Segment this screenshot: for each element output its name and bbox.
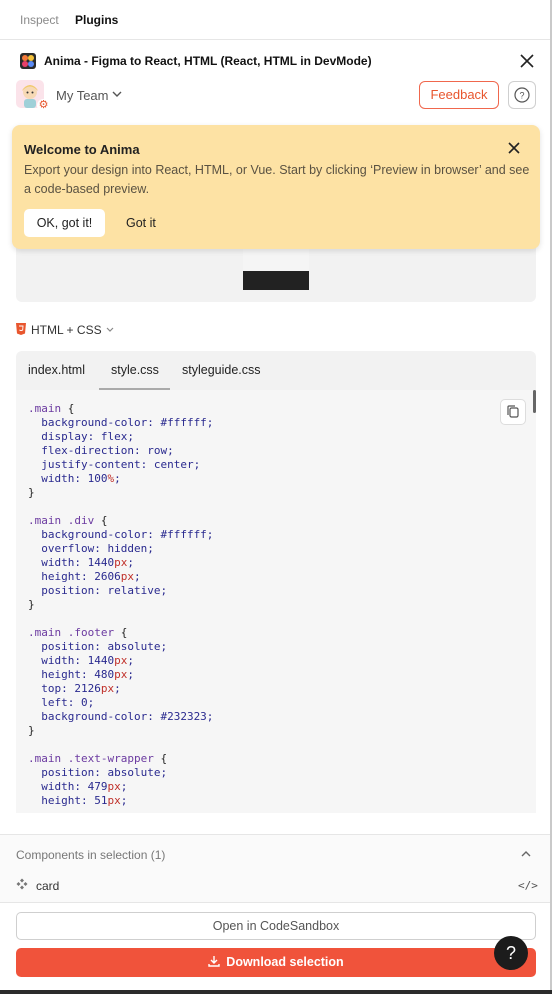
action-footer: Open in CodeSandbox Download selection ? — [0, 902, 552, 995]
feedback-button[interactable]: Feedback — [419, 81, 499, 109]
plugin-title: Anima - Figma to React, HTML (React, HTM… — [44, 54, 372, 68]
banner-text: Export your design into React, HTML, or … — [24, 163, 530, 196]
svg-text:?: ? — [519, 91, 524, 101]
help-fab-button[interactable]: ? — [494, 936, 528, 970]
component-icon — [16, 878, 28, 890]
ok-got-it-button[interactable]: OK, got it! — [24, 209, 105, 237]
design-thumbnail[interactable] — [243, 244, 309, 290]
gear-icon: ⚙ — [37, 99, 50, 112]
chevron-up-icon[interactable] — [520, 849, 532, 859]
help-button[interactable]: ? — [508, 81, 536, 109]
team-selector-label[interactable]: My Team — [56, 88, 109, 103]
html5-icon — [16, 323, 26, 335]
chevron-down-icon[interactable] — [112, 89, 122, 99]
close-icon[interactable] — [506, 140, 522, 156]
component-item-card[interactable]: card — [36, 879, 59, 893]
code-editor[interactable]: .main { background-color: #ffffff; displ… — [16, 390, 536, 813]
tab-plugins[interactable]: Plugins — [75, 13, 118, 27]
copy-icon — [507, 405, 519, 418]
open-in-codesandbox-button[interactable]: Open in CodeSandbox — [16, 912, 536, 940]
help-icon: ? — [514, 87, 530, 103]
bottom-edge — [0, 990, 552, 994]
team-row: ⚙ My Team Feedback ? — [0, 80, 552, 114]
plugin-titlebar: Anima - Figma to React, HTML (React, HTM… — [0, 41, 552, 81]
components-section: Components in selection (1) card </> — [0, 834, 552, 903]
banner-title: Welcome to Anima — [24, 142, 140, 157]
download-label: Download selection — [226, 955, 344, 969]
download-icon — [208, 956, 220, 967]
top-tabbar: Inspect Plugins — [0, 0, 552, 40]
close-icon[interactable] — [518, 52, 536, 70]
components-title: Components in selection (1) — [16, 848, 166, 862]
tab-inspect[interactable]: Inspect — [20, 13, 59, 27]
welcome-banner: Welcome to Anima Export your design into… — [12, 125, 540, 249]
anima-logo — [20, 53, 36, 69]
tab-style-css[interactable]: style.css — [111, 363, 159, 377]
tab-styleguide-css[interactable]: styleguide.css — [182, 363, 261, 377]
chevron-down-icon — [106, 327, 114, 332]
copy-code-button[interactable] — [500, 399, 526, 425]
code-view-icon[interactable]: </> — [518, 879, 538, 892]
code-panel: index.html style.css styleguide.css .mai… — [16, 351, 536, 813]
language-label: HTML + CSS — [31, 323, 102, 337]
download-selection-button[interactable]: Download selection — [16, 948, 536, 977]
tab-index-html[interactable]: index.html — [28, 363, 85, 377]
code-scrollbar[interactable] — [533, 390, 536, 413]
code-content: .main { background-color: #ffffff; displ… — [28, 402, 214, 807]
got-it-button[interactable]: Got it — [126, 216, 156, 230]
